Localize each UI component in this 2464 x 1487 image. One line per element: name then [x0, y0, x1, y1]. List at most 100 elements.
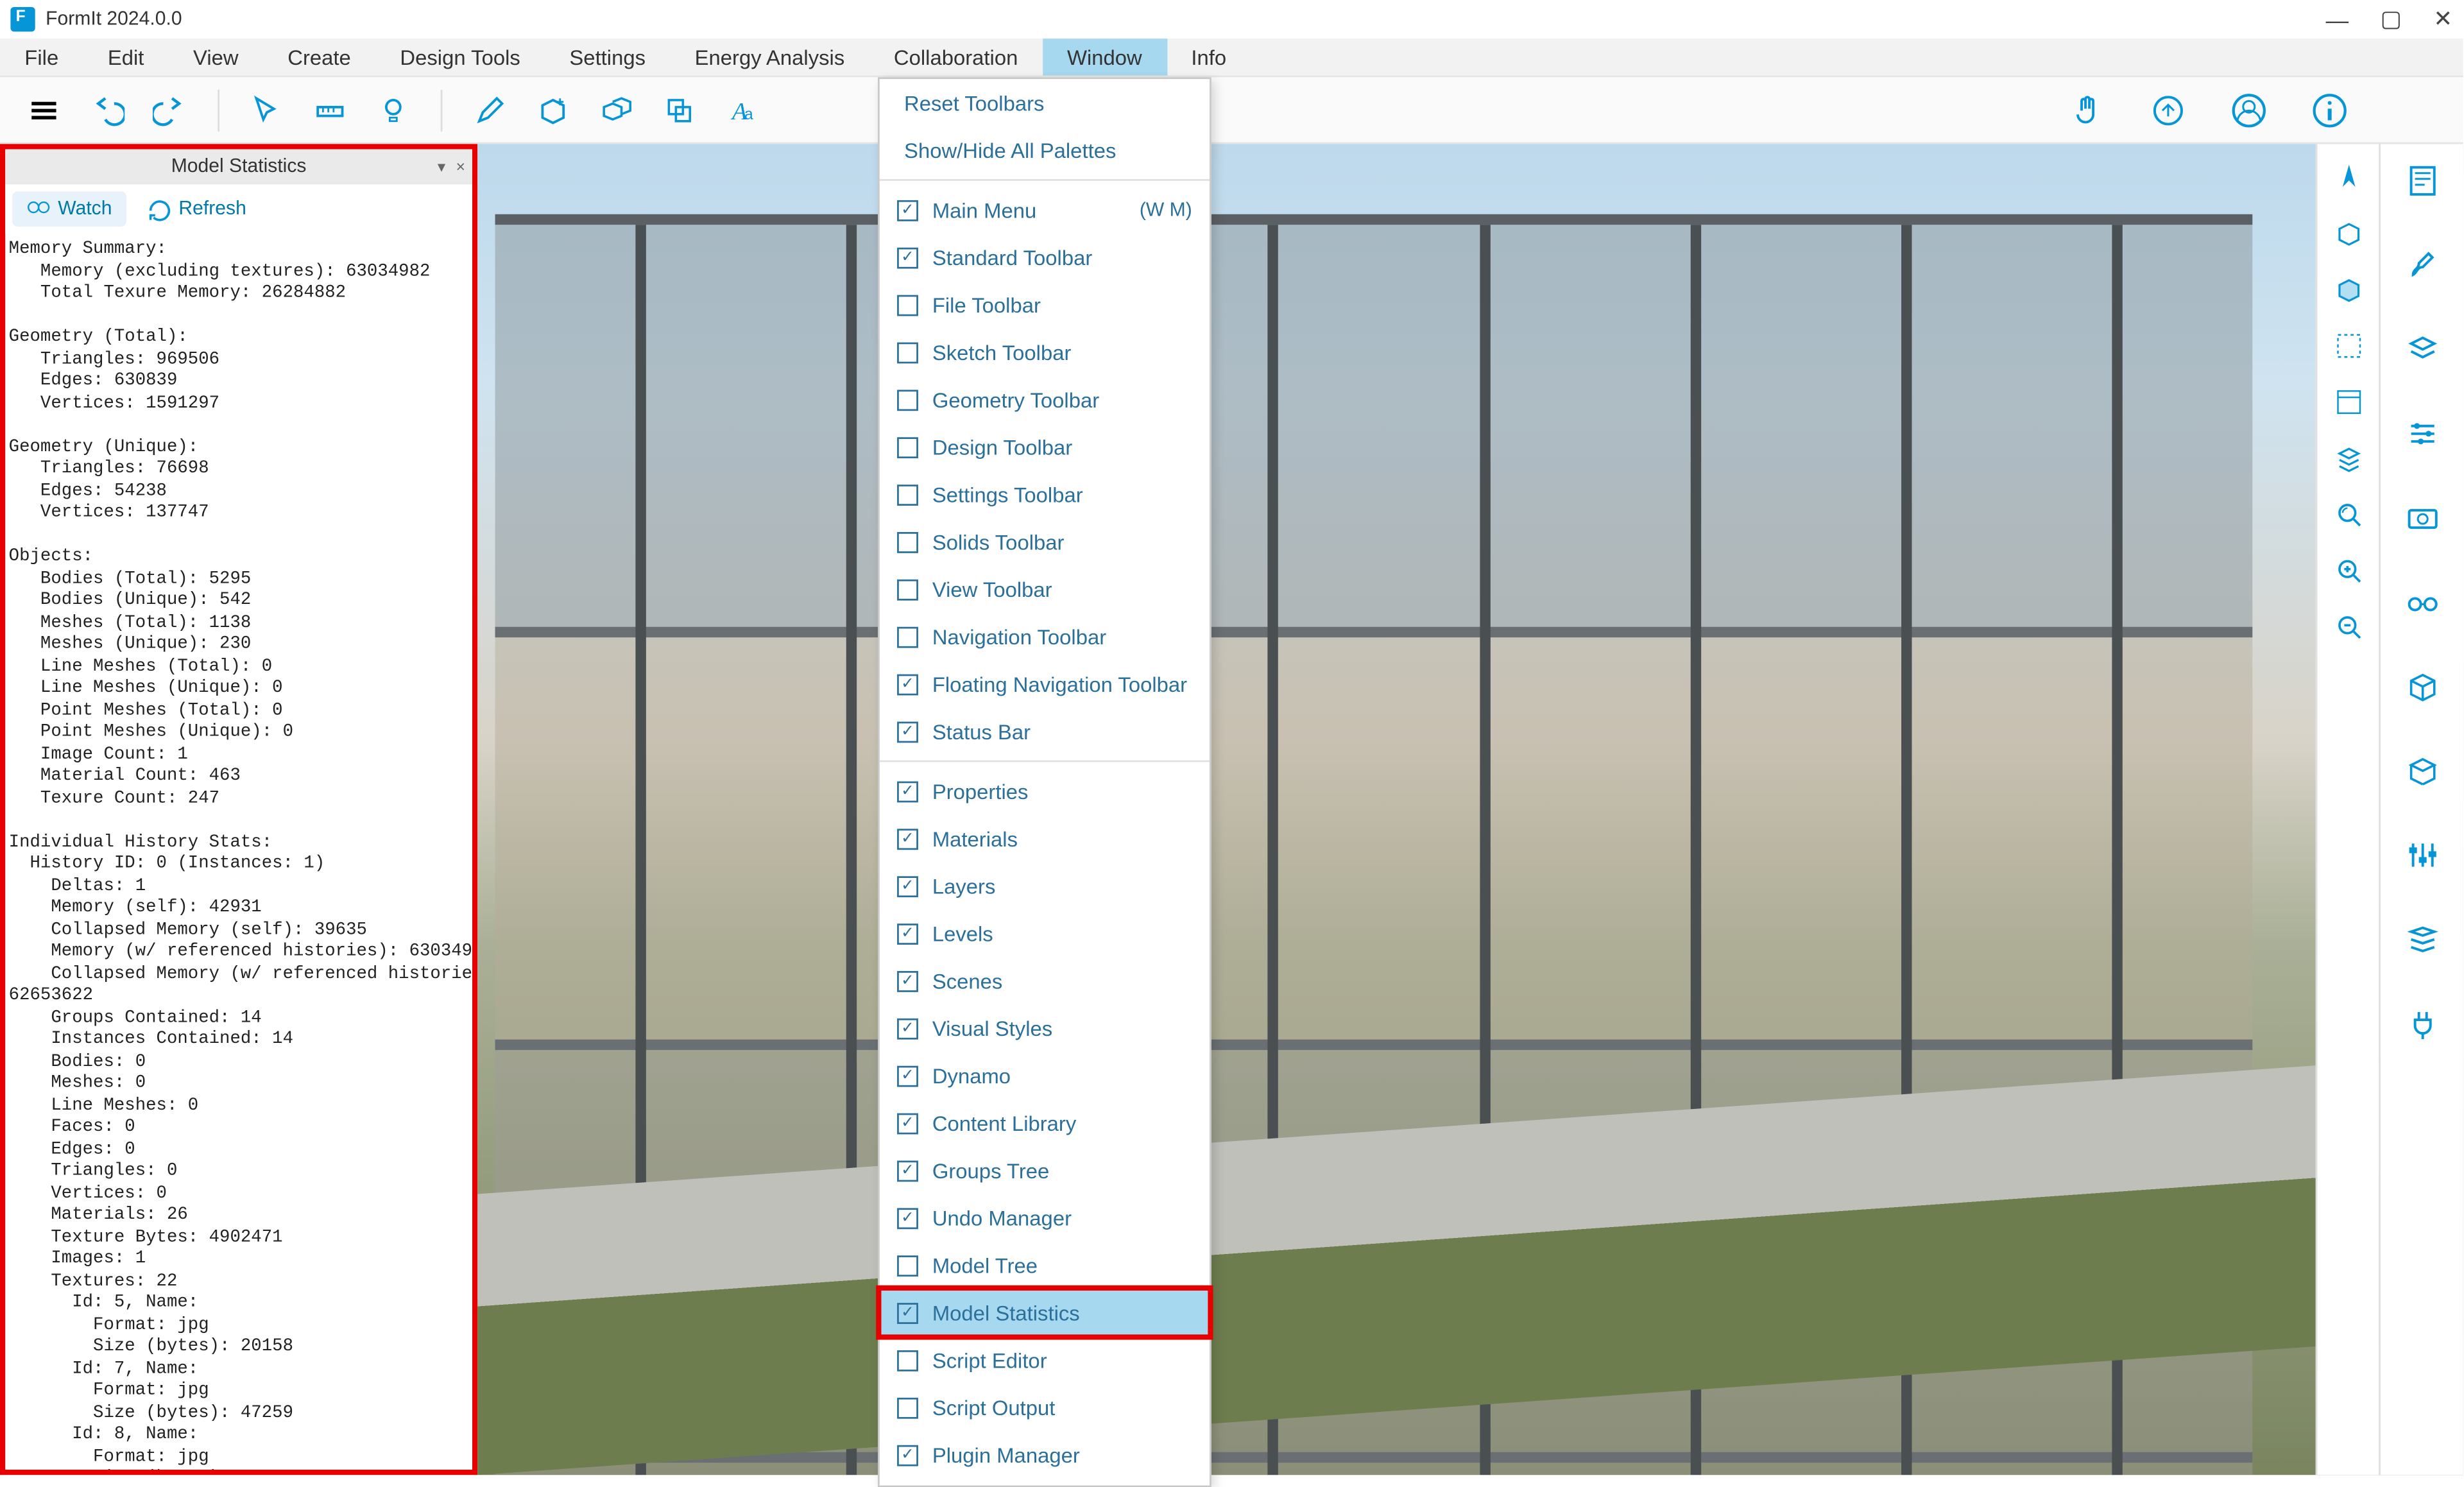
layers-3d-icon[interactable] [2325, 436, 2371, 481]
menu-window[interactable]: Window [1043, 39, 1167, 75]
checkbox-icon [897, 1112, 918, 1133]
menu-item-scenes[interactable]: Scenes [880, 957, 1210, 1004]
watch-tab[interactable]: Watch [12, 191, 126, 227]
camera-icon[interactable] [2395, 492, 2448, 544]
checkbox-icon [897, 1018, 918, 1039]
menu-item-content-library[interactable]: Content Library [880, 1099, 1210, 1147]
menu-item-plugin-manager[interactable]: Plugin Manager [880, 1431, 1210, 1479]
menu-item-materials[interactable]: Materials [880, 815, 1210, 863]
watch-icon [26, 198, 51, 219]
cube-group-icon[interactable] [590, 83, 642, 136]
menu-design-tools[interactable]: Design Tools [375, 39, 545, 75]
stack-icon[interactable] [2395, 913, 2448, 966]
menu-item-floating-navigation-toolbar[interactable]: Floating Navigation Toolbar [880, 660, 1210, 708]
menu-create[interactable]: Create [263, 39, 375, 75]
menu-item-model-tree[interactable]: Model Tree [880, 1241, 1210, 1289]
select-window-icon[interactable] [2325, 379, 2371, 425]
zoom-out-icon[interactable] [2325, 604, 2371, 649]
zoom-loop-icon[interactable] [2325, 492, 2371, 537]
menu-item-undo-manager[interactable]: Undo Manager [880, 1194, 1210, 1241]
hand-icon[interactable] [2059, 82, 2116, 138]
checkbox-icon [897, 579, 918, 600]
menu-item-script-editor[interactable]: Script Editor [880, 1336, 1210, 1384]
minimize-button[interactable]: — [2326, 6, 2349, 33]
pin-icon[interactable]: ▾ [438, 157, 445, 176]
menu-item-dynamo[interactable]: Dynamo [880, 1052, 1210, 1099]
app-title: FormIt 2024.0.0 [46, 9, 182, 30]
text-a-icon[interactable]: Aa [716, 83, 769, 136]
cube-boolean-icon[interactable] [653, 83, 706, 136]
menu-item-solids-toolbar[interactable]: Solids Toolbar [880, 518, 1210, 565]
menu-item-reset-toolbars[interactable]: Reset Toolbars [880, 79, 1210, 126]
checkbox-icon [897, 1350, 918, 1371]
viewport-3d[interactable] [477, 144, 2463, 1475]
checkbox-icon [897, 923, 918, 944]
checkbox-icon [897, 1444, 918, 1465]
bulb-icon[interactable] [367, 83, 420, 136]
window-menu-dropdown: Reset ToolbarsShow/Hide All Palettes Main… [878, 77, 1211, 1487]
menu-item-model-statistics[interactable]: Model Statistics [880, 1289, 1210, 1336]
zoom-in-icon[interactable] [2325, 548, 2371, 594]
menu-item-script-output[interactable]: Script Output [880, 1384, 1210, 1431]
menu-item-status-bar[interactable]: Status Bar [880, 708, 1210, 755]
info-icon[interactable] [2302, 82, 2358, 138]
menu-settings[interactable]: Settings [545, 39, 670, 75]
select-icon[interactable] [241, 83, 293, 136]
menu-view[interactable]: View [169, 39, 263, 75]
menu-item-main-menu[interactable]: Main Menu(W M) [880, 186, 1210, 234]
box-3d-icon[interactable] [2395, 660, 2448, 713]
refresh-tab[interactable]: Refresh [133, 191, 260, 227]
menu-item-groups-tree[interactable]: Groups Tree [880, 1147, 1210, 1194]
menu-item-show-hide-all-palettes[interactable]: Show/Hide All Palettes [880, 126, 1210, 174]
menu-item-file-toolbar[interactable]: File Toolbar [880, 281, 1210, 329]
menu-item-geometry-toolbar[interactable]: Geometry Toolbar [880, 376, 1210, 424]
menu-item-view-toolbar[interactable]: View Toolbar [880, 565, 1210, 613]
measure-icon[interactable] [304, 83, 356, 136]
menu-item-settings-toolbar[interactable]: Settings Toolbar [880, 470, 1210, 518]
glasses-icon[interactable] [2395, 576, 2448, 628]
menu-energy-analysis[interactable]: Energy Analysis [670, 39, 869, 75]
cube-solid-icon[interactable] [2325, 267, 2371, 313]
stats-body: Memory Summary: Memory (excluding textur… [5, 234, 472, 1470]
sliders-icon[interactable] [2395, 829, 2448, 881]
maximize-button[interactable]: ▢ [2380, 5, 2402, 33]
select-all-icon[interactable] [2325, 323, 2371, 368]
app-icon [10, 7, 35, 31]
layers-icon[interactable] [2395, 323, 2448, 375]
share-icon[interactable] [2140, 82, 2196, 138]
menu-item-standard-toolbar[interactable]: Standard Toolbar [880, 234, 1210, 281]
close-button[interactable]: ✕ [2433, 5, 2452, 33]
checkbox-icon [897, 341, 918, 363]
north-icon[interactable] [2325, 155, 2371, 200]
menu-item-properties[interactable]: Properties [880, 768, 1210, 815]
pencil-icon[interactable] [463, 83, 516, 136]
redo-icon[interactable] [144, 83, 196, 136]
checkbox-icon [897, 970, 918, 992]
menu-item-sketch-toolbar[interactable]: Sketch Toolbar [880, 329, 1210, 376]
menu-item-visual-styles[interactable]: Visual Styles [880, 1004, 1210, 1052]
checkbox-icon [897, 1302, 918, 1323]
menu-item-layers[interactable]: Layers [880, 862, 1210, 909]
cube-add-icon[interactable] [527, 83, 579, 136]
checkbox-icon [897, 1207, 918, 1228]
brush-icon[interactable] [2395, 239, 2448, 291]
user-icon[interactable] [2221, 82, 2277, 138]
menu-collaboration[interactable]: Collaboration [869, 39, 1043, 75]
panel-title: Model Statistics ▾× [5, 150, 472, 185]
cube-outline-icon[interactable] [2325, 211, 2371, 256]
checkbox-icon [897, 484, 918, 505]
menu-edit[interactable]: Edit [83, 39, 169, 75]
undo-icon[interactable] [81, 83, 133, 136]
menu-item-navigation-toolbar[interactable]: Navigation Toolbar [880, 613, 1210, 660]
plug-icon[interactable] [2395, 997, 2448, 1050]
menu-icon[interactable] [17, 83, 70, 136]
menu-item-design-toolbar[interactable]: Design Toolbar [880, 423, 1210, 470]
checkbox-icon [897, 531, 918, 553]
menu-info[interactable]: Info [1167, 39, 1251, 75]
properties-icon[interactable] [2395, 155, 2448, 207]
close-panel-icon[interactable]: × [456, 157, 465, 176]
menu-file[interactable]: File [0, 39, 83, 75]
settings-h-icon[interactable] [2395, 408, 2448, 460]
menu-item-levels[interactable]: Levels [880, 909, 1210, 957]
box-iso-icon[interactable] [2395, 744, 2448, 797]
